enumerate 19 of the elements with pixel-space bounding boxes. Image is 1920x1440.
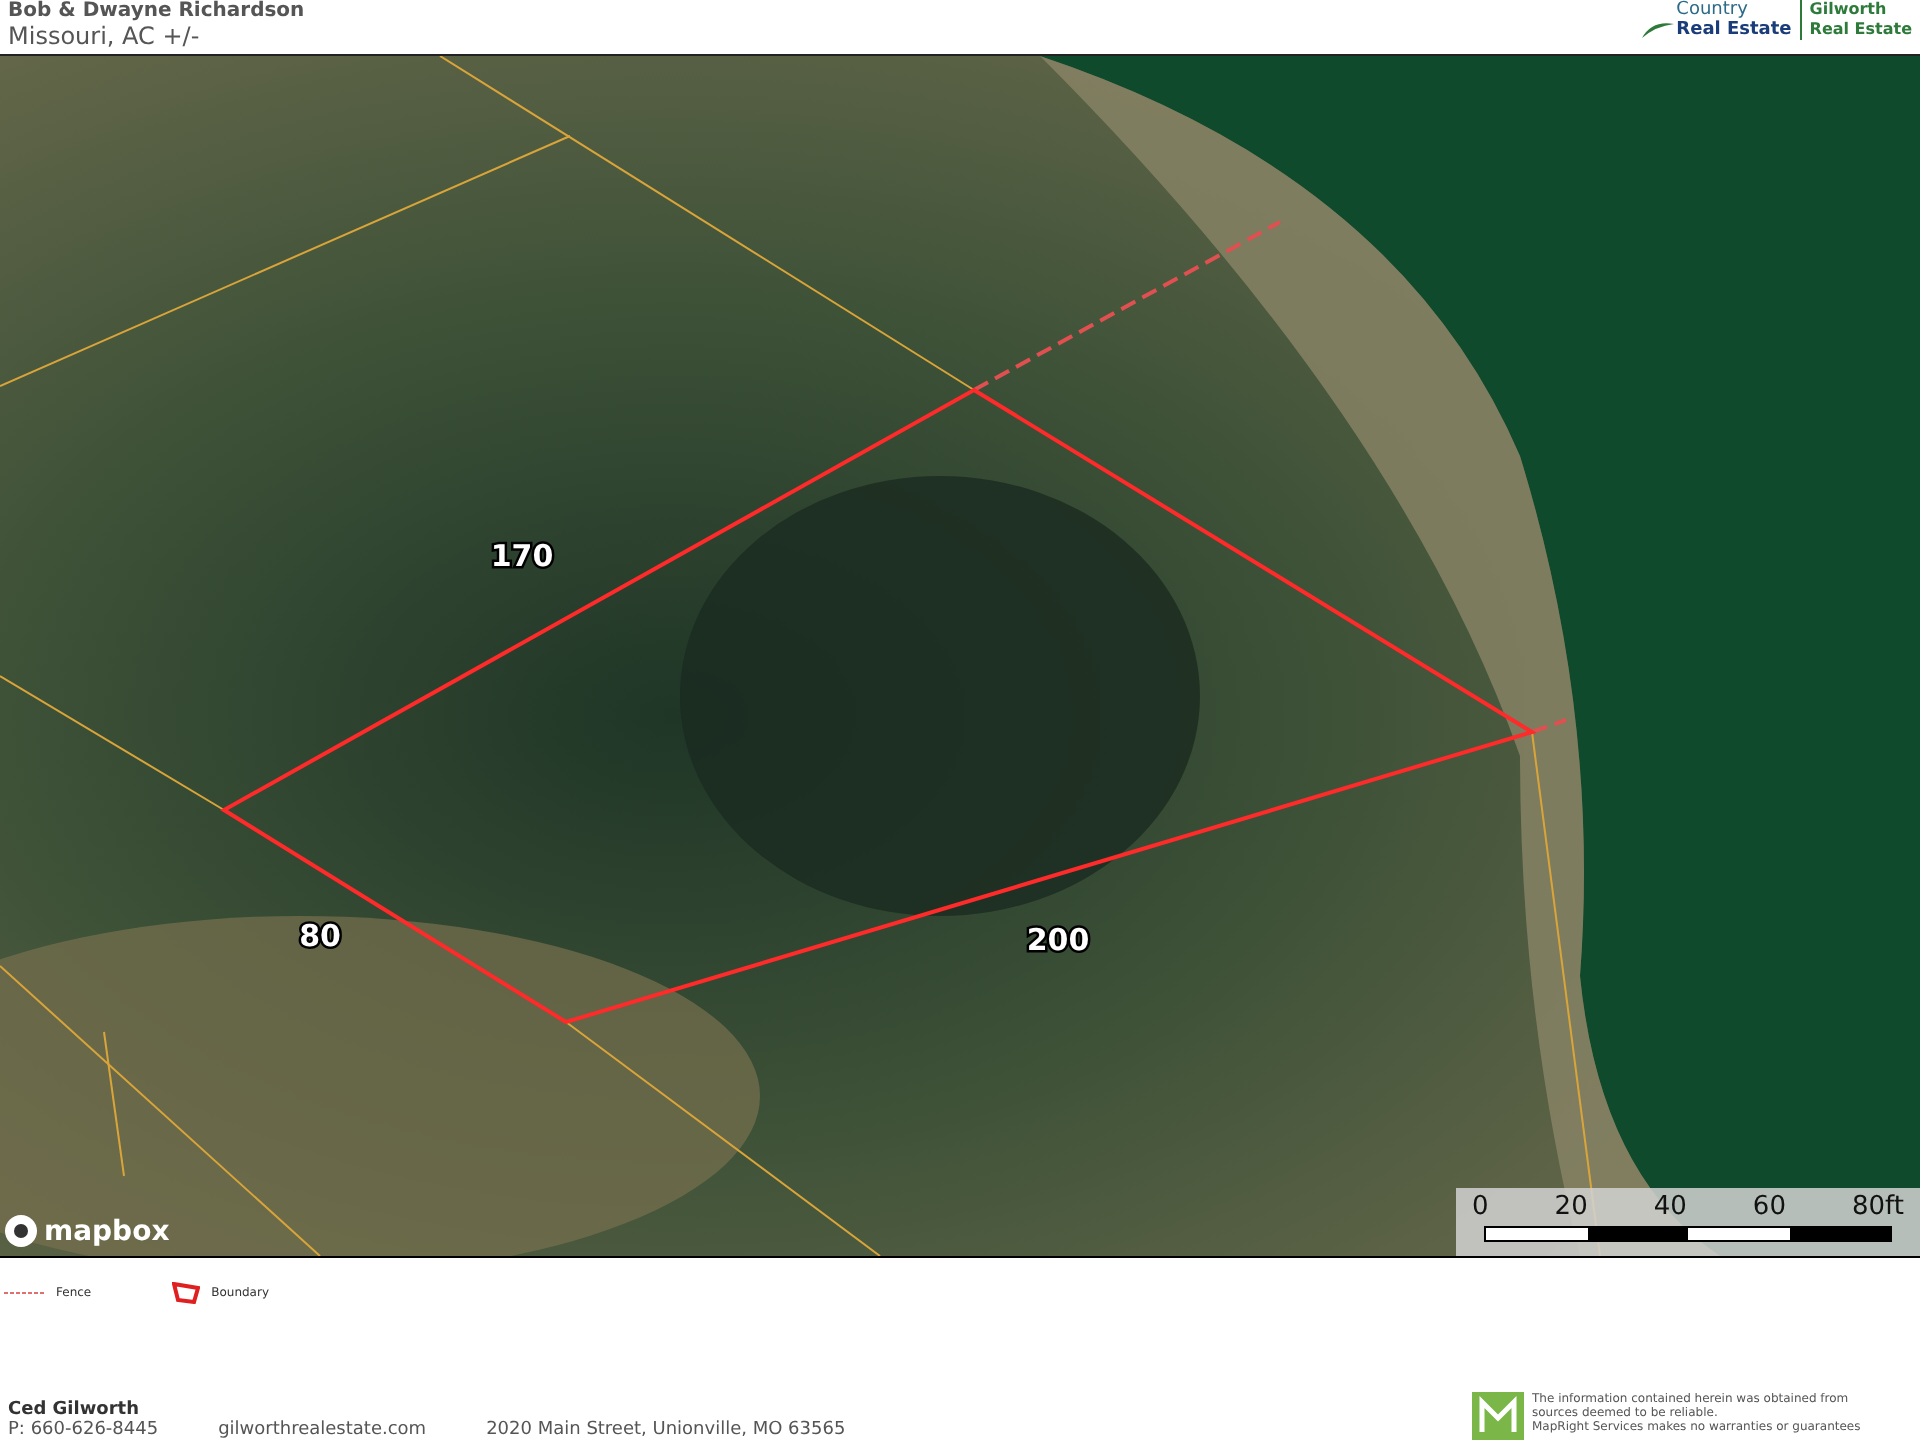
- map-title: Bob & Dwayne Richardson: [8, 0, 305, 22]
- logo-text: Gilworth: [1809, 0, 1889, 20]
- distance-label: 80: [299, 918, 341, 955]
- scale-bar: 0 20 40 60 80ft: [1456, 1188, 1920, 1257]
- logo-text: Real Estate: [1809, 20, 1912, 40]
- map-subtitle: Missouri, AC +/-: [8, 22, 202, 52]
- phone-number: P: 660-626-8445: [8, 1420, 159, 1440]
- swoosh-icon: [1640, 20, 1677, 40]
- agent-name: Ced Gilworth: [8, 1400, 141, 1420]
- dashed-line-icon: [4, 1289, 44, 1296]
- website-address: gilworthrealestate.com: [218, 1420, 427, 1440]
- street-address: 2020 Main Street, Unionville, MO 63565: [486, 1420, 846, 1440]
- polygon-icon: [171, 1281, 200, 1304]
- mapbox-logo-icon: [4, 1214, 38, 1249]
- map-attribution: mapbox: [44, 1215, 170, 1248]
- distance-label: 200: [1026, 922, 1090, 959]
- logo-text: Country: [1676, 0, 1750, 20]
- logo-text: Real Estate: [1676, 20, 1792, 40]
- distance-label: 170: [490, 538, 554, 575]
